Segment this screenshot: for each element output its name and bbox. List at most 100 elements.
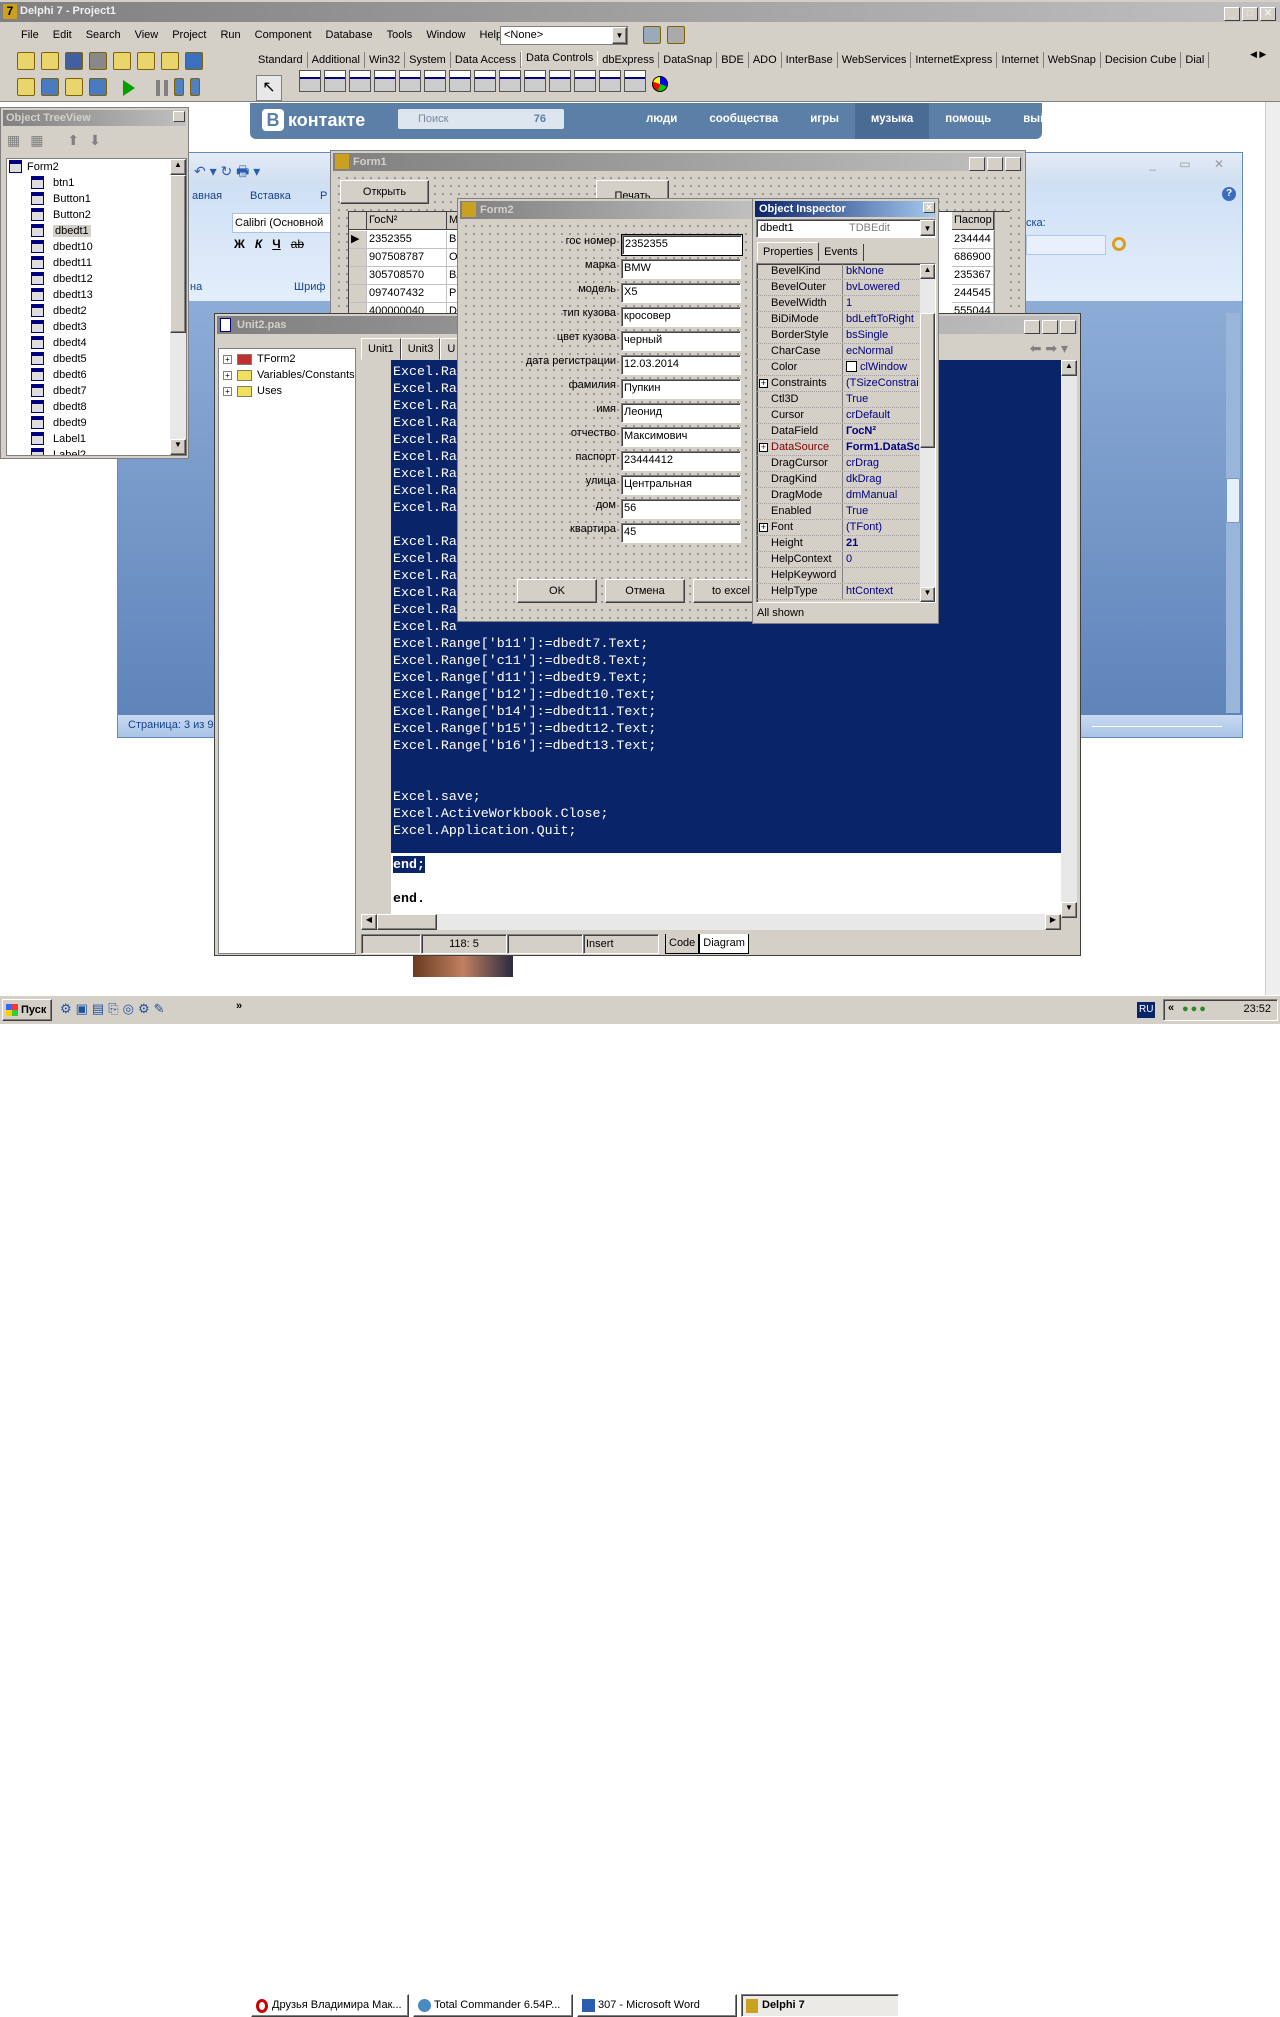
word-font-name[interactable]: Calibri (Основной [232, 213, 332, 233]
ok-button[interactable]: OK [517, 579, 597, 603]
word-zoom-slider[interactable] [1092, 726, 1222, 740]
tree-item[interactable]: dbedt6 [7, 367, 186, 383]
help-icon[interactable] [185, 52, 203, 70]
task-total-commander[interactable]: Total Commander 6.54P... [413, 1994, 573, 2017]
maximize-button[interactable]: □ [1242, 7, 1258, 21]
db-edit-field[interactable]: 12.03.2014 [621, 355, 741, 375]
tab-diagram[interactable]: Diagram [699, 934, 749, 954]
property-value[interactable]: dmManual [843, 488, 919, 503]
tree-item[interactable]: dbedt8 [7, 399, 186, 415]
property-value[interactable]: 0 [843, 552, 919, 567]
dbctrlgrid-icon[interactable] [624, 70, 647, 92]
dbtext-icon[interactable] [349, 70, 372, 92]
dblookupcombobox-icon[interactable] [574, 70, 597, 92]
explorer-node[interactable]: + TForm2 [219, 351, 355, 367]
menu-run[interactable]: Run [213, 24, 247, 46]
grid-cell-passport[interactable]: 686900 [952, 249, 994, 267]
property-row[interactable]: BevelKind bkNone [757, 264, 919, 280]
palette-tab[interactable]: DataSnap [659, 52, 718, 68]
save-all-icon[interactable] [89, 52, 107, 70]
property-value[interactable]: bdLeftToRight [843, 312, 919, 327]
palette-tab[interactable]: WebSnap [1044, 52, 1101, 68]
db-edit-field[interactable]: 23444412 [621, 451, 741, 471]
close-button[interactable]: ✕ [923, 202, 935, 213]
tab-properties[interactable]: Properties [757, 242, 820, 261]
quick-launch-more[interactable]: » [236, 1000, 242, 1012]
object-selector[interactable]: dbedt1 TDBEdit ▼ [756, 219, 936, 238]
tree-root[interactable]: Form2 [7, 159, 186, 175]
property-row[interactable]: HelpKeyword [757, 568, 919, 584]
language-indicator[interactable]: RU [1137, 1002, 1156, 1018]
task-delphi[interactable]: Delphi 7 [741, 1994, 899, 2017]
dbedit-icon[interactable] [374, 70, 397, 92]
property-row[interactable]: Ctl3D True [757, 392, 919, 408]
editor-tab[interactable]: Unit1 [361, 338, 401, 360]
toggle-form-unit-icon[interactable] [65, 78, 83, 96]
pause-icon[interactable] [156, 80, 169, 96]
db-edit-field[interactable]: Пупкин [621, 379, 741, 399]
property-value[interactable]: htContext [843, 584, 919, 599]
palette-tab[interactable]: dbExpress [598, 52, 660, 68]
run-icon[interactable] [123, 80, 136, 96]
dbcheckbox-icon[interactable] [499, 70, 522, 92]
italic-button[interactable]: К [255, 237, 262, 251]
db-edit-field[interactable]: 45 [621, 523, 741, 543]
tree-item[interactable]: dbedt3 [7, 319, 186, 335]
window-controls[interactable]: _ □ ✕ [1222, 4, 1276, 22]
tree-item[interactable]: dbedt13 [7, 287, 186, 303]
grid-cell-num[interactable]: 097407432 [367, 285, 447, 303]
menu-component[interactable]: Component [248, 24, 319, 46]
palette-scroll-arrows[interactable]: ◀ ▶ [1250, 49, 1266, 60]
db-edit-field[interactable]: 56 [621, 499, 741, 519]
palette-tab[interactable]: Standard [254, 52, 308, 68]
property-value[interactable]: True [843, 392, 919, 407]
property-value[interactable]: clWindow [843, 360, 919, 375]
window-controls[interactable]: _ □ ✕ [967, 154, 1021, 172]
db-edit-field[interactable]: черный [621, 331, 741, 351]
property-value[interactable]: Form1.DataSo [843, 440, 919, 455]
menu-database[interactable]: Database [319, 24, 380, 46]
editor-tab[interactable]: Unit3 [400, 338, 441, 360]
word-search-combo[interactable] [1026, 235, 1106, 255]
strike-button[interactable]: ab [291, 237, 304, 251]
menu-tools[interactable]: Tools [380, 24, 420, 46]
property-row[interactable]: BiDiMode bdLeftToRight [757, 312, 919, 328]
property-row[interactable]: DragCursor crDrag [757, 456, 919, 472]
word-format-buttons[interactable]: Ж К Ч ab [234, 237, 304, 251]
row-indicator[interactable] [349, 285, 367, 303]
browser-scrollbar[interactable] [1265, 100, 1280, 995]
property-value[interactable]: (TSizeConstraint [843, 376, 919, 391]
config-combo[interactable]: <None> ▼ [500, 26, 628, 45]
db-edit-field[interactable]: X5 [621, 283, 741, 303]
property-row[interactable]: Cursor crDefault [757, 408, 919, 424]
remove-file-icon[interactable] [161, 52, 179, 70]
property-row[interactable]: DragKind dkDrag [757, 472, 919, 488]
tree-item[interactable]: dbedt11 [7, 255, 186, 271]
tree-item[interactable]: btn1 [7, 175, 186, 191]
dbgrid-icon[interactable] [299, 70, 322, 92]
chevron-down-icon[interactable]: ▼ [612, 27, 627, 44]
property-row[interactable]: HelpType htContext [757, 584, 919, 600]
tree-item[interactable]: dbedt4 [7, 335, 186, 351]
underline-button[interactable]: Ч [272, 237, 280, 251]
nav-arrows[interactable]: ⬅ ➡ ▾ [1030, 340, 1068, 357]
window-controls[interactable]: _ □ ✕ [1022, 317, 1076, 335]
start-button[interactable]: Пуск [2, 999, 52, 1021]
property-value[interactable]: True [843, 504, 919, 519]
grid-cell-passport[interactable]: 235367 [952, 267, 994, 285]
property-value[interactable]: bsSingle [843, 328, 919, 343]
tree-item[interactable]: dbedt12 [7, 271, 186, 287]
save-desktop-icon[interactable] [643, 26, 661, 44]
grid-cell-passport[interactable]: 244545 [952, 285, 994, 303]
open-button[interactable]: Открыть [340, 180, 429, 204]
palette-tab[interactable]: System [405, 52, 451, 68]
view-unit-icon[interactable] [17, 78, 35, 96]
menu-project[interactable]: Project [165, 24, 213, 46]
vk-logo[interactable]: Bконтакте [262, 109, 365, 131]
dblookuplistbox-icon[interactable] [549, 70, 572, 92]
property-value[interactable]: crDefault [843, 408, 919, 423]
property-row[interactable]: Color clWindow [757, 360, 919, 376]
tree-item[interactable]: dbedt10 [7, 239, 186, 255]
db-edit-field[interactable]: кросовер [621, 307, 741, 327]
pointer-icon[interactable]: ↖ [256, 75, 282, 101]
